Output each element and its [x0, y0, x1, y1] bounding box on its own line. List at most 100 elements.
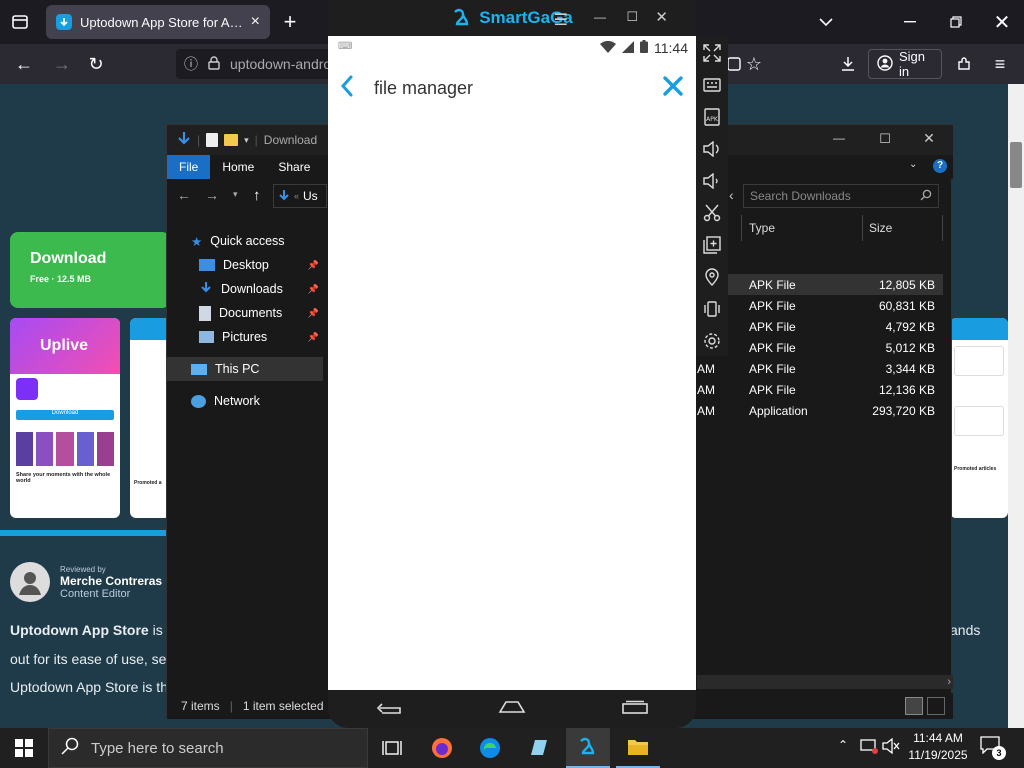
- file-row[interactable]: APK File 60,831 KB: [697, 295, 943, 316]
- taskbar-search-box[interactable]: Type here to search: [48, 728, 368, 768]
- show-hidden-icons-chevron[interactable]: ⌃: [838, 738, 854, 758]
- extensions-icon[interactable]: [952, 52, 976, 76]
- keyboard-mapping-icon[interactable]: [699, 72, 725, 98]
- shake-icon[interactable]: [699, 296, 725, 322]
- location-icon[interactable]: [699, 264, 725, 290]
- start-windows-icon[interactable]: [2, 728, 46, 768]
- properties-checklist-icon[interactable]: [206, 133, 219, 147]
- site-info-icon[interactable]: ⓘ: [184, 54, 198, 74]
- reload-icon[interactable]: ↻: [84, 52, 108, 76]
- reviewer-block: Reviewed by Merche Contreras Content Edi…: [10, 560, 170, 604]
- file-row[interactable]: AM APK File 12,136 KB: [697, 379, 943, 400]
- ribbon-tab-home[interactable]: Home: [210, 155, 266, 179]
- tab-title: Uptodown App Store for Android: [80, 14, 243, 30]
- emulator-menu-icon[interactable]: ☰: [554, 10, 568, 30]
- search-query-input[interactable]: file manager: [374, 78, 642, 99]
- notepad-taskbar-icon[interactable]: [516, 728, 560, 768]
- install-apk-icon[interactable]: APK: [699, 104, 725, 130]
- sign-in-button[interactable]: Sign in: [868, 49, 942, 79]
- file-explorer-taskbar-icon[interactable]: [616, 728, 660, 768]
- app-screenshot-2[interactable]: Promoted a: [130, 318, 170, 518]
- emulator-close-icon[interactable]: ✕: [655, 8, 668, 26]
- column-header-size[interactable]: Size: [869, 221, 892, 235]
- back-icon[interactable]: ←: [12, 52, 36, 76]
- app-screenshot-3[interactable]: Promoted articles: [950, 318, 1008, 518]
- settings-gear-icon[interactable]: [699, 328, 725, 354]
- download-banner[interactable]: Download Free · 12.5 MB: [10, 232, 170, 308]
- column-header-type[interactable]: Type: [749, 221, 775, 235]
- recent-locations-icon[interactable]: ▾: [233, 189, 245, 203]
- taskbar-clock[interactable]: 11:44 AM 11/19/2025: [900, 730, 976, 766]
- emulator-maximize-icon[interactable]: ☐: [626, 9, 638, 25]
- nav-this-pc[interactable]: This PC: [167, 357, 323, 381]
- menu-hamburger-icon[interactable]: ≡: [988, 52, 1012, 76]
- ribbon-expand-icon[interactable]: ⌄: [909, 159, 923, 173]
- new-tab-icon[interactable]: +: [278, 9, 302, 34]
- page-scrollbar-thumb[interactable]: [1010, 142, 1022, 188]
- file-row[interactable]: APK File 12,805 KB: [697, 274, 943, 295]
- nav-pictures[interactable]: Pictures 📌: [167, 325, 323, 349]
- up-folder-icon[interactable]: ↑: [253, 187, 269, 205]
- app-screenshot-1[interactable]: Uplive Download Share your moments with …: [10, 318, 120, 518]
- file-row[interactable]: AM APK File 3,344 KB: [697, 358, 943, 379]
- search-placeholder: Search Downloads: [750, 189, 851, 203]
- file-row[interactable]: APK File 5,012 KB: [697, 337, 943, 358]
- url-bar[interactable]: ⓘ uptodown-android: [176, 49, 346, 79]
- fullscreen-icon[interactable]: [699, 40, 725, 66]
- tab-uptodown[interactable]: Uptodown App Store for Android ×: [46, 5, 270, 39]
- horizontal-scrollbar[interactable]: ›: [697, 675, 953, 689]
- quick-access-dropdown-icon[interactable]: ▾: [244, 135, 249, 146]
- file-type: Application: [749, 404, 808, 418]
- tab-list-icon[interactable]: [8, 10, 32, 34]
- address-bar[interactable]: « Us: [273, 184, 327, 208]
- explorer-minimize-icon[interactable]: —: [827, 131, 851, 149]
- address-collapse-icon[interactable]: ‹: [729, 187, 743, 205]
- file-row[interactable]: AM Application 293,720 KB: [697, 400, 943, 421]
- emulator-minimize-icon[interactable]: —: [594, 10, 606, 24]
- clear-search-icon[interactable]: [662, 75, 684, 102]
- network-status-icon[interactable]: [860, 738, 880, 758]
- volume-down-icon[interactable]: [699, 168, 725, 194]
- nav-desktop[interactable]: Desktop 📌: [167, 253, 323, 277]
- notifications-icon[interactable]: 3: [980, 736, 1006, 760]
- help-icon[interactable]: ?: [933, 159, 947, 173]
- screenshot-scissors-icon[interactable]: [699, 200, 725, 226]
- ribbon-tab-share[interactable]: Share: [266, 155, 322, 179]
- explorer-maximize-icon[interactable]: ☐: [873, 131, 897, 149]
- file-row[interactable]: APK File 4,792 KB: [697, 316, 943, 337]
- android-recents-icon[interactable]: [622, 700, 648, 719]
- large-icons-view-icon[interactable]: [927, 697, 945, 715]
- minimize-icon[interactable]: [898, 10, 922, 34]
- multi-instance-icon[interactable]: [699, 232, 725, 258]
- file-type: APK File: [749, 299, 796, 313]
- ribbon-tab-file[interactable]: File: [167, 155, 211, 179]
- nav-downloads[interactable]: Downloads 📌: [167, 277, 323, 301]
- nav-network[interactable]: Network: [167, 389, 323, 413]
- smartgaga-taskbar-icon[interactable]: [566, 728, 610, 768]
- edge-taskbar-icon[interactable]: [468, 728, 512, 768]
- android-home-icon[interactable]: [498, 700, 526, 719]
- forward-icon[interactable]: →: [50, 52, 74, 76]
- list-all-tabs-icon[interactable]: [814, 10, 838, 34]
- tab-close-icon[interactable]: ×: [251, 13, 260, 31]
- nav-quick-access[interactable]: ★ Quick access: [167, 229, 323, 253]
- android-back-icon[interactable]: [376, 700, 402, 719]
- volume-up-icon[interactable]: [699, 136, 725, 162]
- restore-icon[interactable]: [944, 10, 968, 34]
- volume-muted-icon[interactable]: [882, 737, 902, 758]
- this-pc-icon: [191, 363, 207, 375]
- firefox-taskbar-icon[interactable]: [420, 728, 464, 768]
- task-view-icon[interactable]: [370, 728, 414, 768]
- taskbar-search-placeholder: Type here to search: [91, 739, 224, 757]
- explorer-back-icon[interactable]: ←: [177, 187, 197, 205]
- close-window-icon[interactable]: ✕: [990, 10, 1014, 34]
- nav-documents[interactable]: Documents 📌: [167, 301, 323, 325]
- search-downloads-input[interactable]: Search Downloads: [743, 184, 939, 208]
- bookmark-star-icon[interactable]: ☆: [742, 52, 766, 76]
- explorer-forward-icon[interactable]: →: [205, 187, 225, 205]
- folder-icon[interactable]: [224, 134, 239, 146]
- explorer-close-icon[interactable]: ✕: [917, 130, 941, 148]
- downloads-icon[interactable]: [836, 52, 860, 76]
- details-view-icon[interactable]: [905, 697, 923, 715]
- search-back-icon[interactable]: [340, 75, 354, 102]
